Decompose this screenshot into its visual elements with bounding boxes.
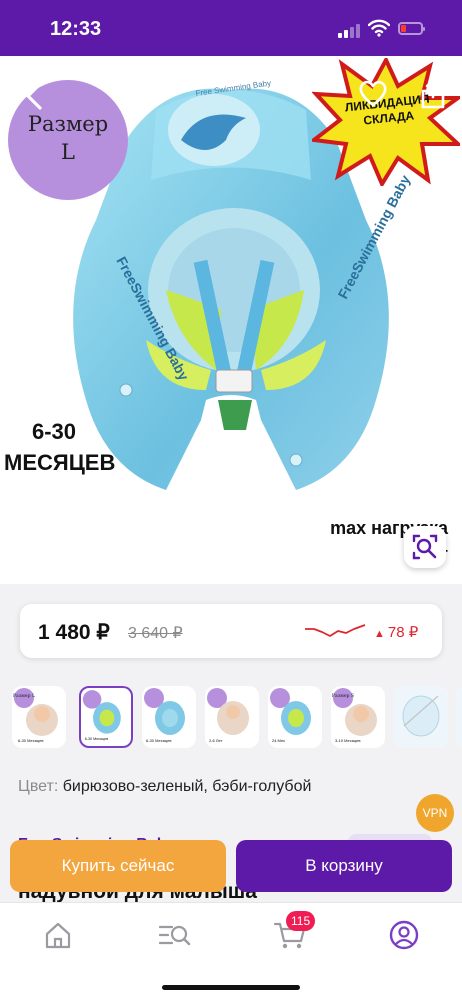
thumbnail-5[interactable]: 24 Мес (268, 686, 322, 748)
bottom-tab-bar: 115 (0, 902, 462, 1000)
battery-icon (398, 22, 425, 35)
cart-count-badge: 115 (286, 911, 316, 931)
back-arrow-icon[interactable] (18, 78, 54, 114)
visual-search-icon (412, 534, 438, 560)
age-label-line2: МЕСЯЦЕВ (4, 450, 116, 475)
size-badge-line1: Размер (27, 112, 109, 136)
cell-signal-icon (338, 22, 362, 38)
product-image-gallery[interactable]: FreeSwimming Baby FreeSwimming Baby Free… (0, 56, 462, 584)
thumbnail-8[interactable] (456, 686, 462, 748)
product-page: 12:33 FreeSwimming Baby FreeSwimming Bab… (0, 0, 462, 1000)
thumbnail-3[interactable]: 6-30 Месяцев (142, 686, 196, 748)
catalog-search-icon[interactable] (154, 915, 194, 955)
thumbnail-3-age: 6-30 Месяцев (146, 738, 171, 743)
price-up-arrow-icon: ▲ (374, 628, 385, 640)
thumbnail-7[interactable] (394, 686, 448, 748)
age-label-line1: 6-30 (31, 419, 77, 444)
vpn-badge[interactable]: VPN (416, 794, 454, 832)
thumbnail-6-size: Размер S (332, 693, 354, 699)
price-current: 1 480 ₽ (38, 621, 110, 644)
wifi-icon (368, 19, 390, 37)
thumbnail-5-age: 24 Мес (272, 738, 285, 743)
thumbnail-2-age: 6-30 Месяцев (85, 737, 109, 741)
price-old: 3 640 ₽ (128, 625, 183, 642)
thumbnail-4-age: 2-6 Лет (209, 738, 223, 743)
thumbnail-1[interactable]: Размер L 6-30 Месяцев (12, 686, 66, 748)
thumbnail-2[interactable]: 6-30 Месяцев (79, 686, 133, 748)
price-history-sparkline[interactable] (304, 620, 366, 642)
buy-now-button[interactable]: Купить сейчас (10, 840, 226, 892)
price-change: ▲ 78 ₽ (374, 623, 418, 641)
home-indicator (162, 985, 300, 990)
thumbnail-4[interactable]: 2-6 Лет (205, 686, 259, 748)
thumbnail-strip[interactable]: Размер L 6-30 Месяцев 6-30 Месяцев 6-30 … (0, 686, 462, 748)
price-card[interactable]: 1 480 ₽ 3 640 ₽ ▲ 78 ₽ (20, 604, 442, 658)
thumbnail-6-age: 3-10 Месяцев (335, 738, 360, 743)
thumbnail-1-size: Размер L (13, 693, 35, 699)
visual-search-button[interactable] (404, 526, 446, 568)
profile-icon[interactable] (384, 915, 424, 955)
status-time: 12:33 (50, 18, 102, 40)
size-badge-line2: L (61, 140, 75, 164)
thumbnail-1-age: 6-30 Месяцев (18, 738, 43, 743)
share-icon[interactable] (418, 76, 448, 110)
age-label: 6-30 МЕСЯЦЕВ (4, 416, 116, 478)
price-change-value: 78 ₽ (387, 624, 419, 641)
status-bar: 12:33 (0, 0, 462, 56)
heart-icon[interactable] (356, 76, 390, 110)
color-value: бирюзово-зеленый, бэби-голубой (62, 778, 312, 795)
home-icon[interactable] (38, 915, 78, 955)
thumbnail-6[interactable]: Размер S 3-10 Месяцев (331, 686, 385, 748)
add-to-cart-button[interactable]: В корзину (236, 840, 452, 892)
color-label: Цвет: (18, 778, 59, 795)
color-info: Цвет: бирюзово-зеленый, бэби-голубой (18, 778, 311, 796)
